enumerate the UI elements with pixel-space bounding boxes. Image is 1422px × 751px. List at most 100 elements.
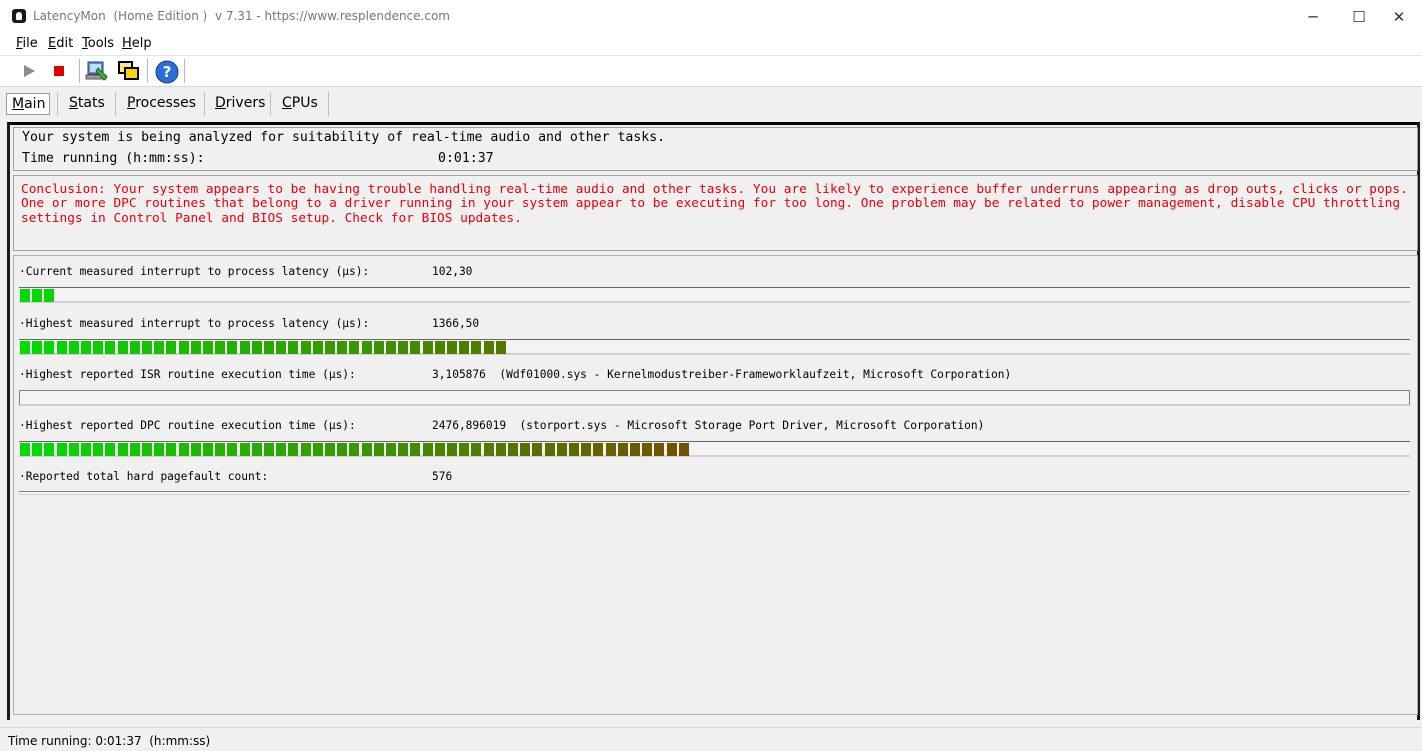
metric-value: 2476,896019 (storport.sys - Microsoft St… bbox=[432, 419, 985, 432]
bar-segment bbox=[434, 341, 445, 354]
bar-segment bbox=[68, 341, 79, 354]
bar-segment bbox=[569, 443, 579, 456]
bar-segment bbox=[373, 443, 384, 456]
bar-segment bbox=[227, 443, 238, 456]
bar-segment bbox=[556, 443, 567, 456]
menu-tools[interactable]: Tools bbox=[82, 36, 114, 51]
latency-bar bbox=[19, 339, 1410, 355]
bar-segment bbox=[276, 443, 287, 456]
bar-segment bbox=[422, 443, 433, 456]
bar-segment bbox=[154, 341, 165, 354]
conclusion-text: Conclusion: Your system appears to be ha… bbox=[21, 182, 1408, 226]
latency-bar bbox=[19, 287, 1410, 303]
menu-edit[interactable]: Edit bbox=[48, 36, 73, 51]
bar-segment bbox=[654, 443, 665, 456]
bar-segment bbox=[288, 443, 299, 456]
bar-segment bbox=[642, 443, 653, 456]
bar-segment bbox=[129, 443, 140, 456]
bar-segment bbox=[300, 443, 311, 456]
bar-segment bbox=[349, 341, 360, 354]
bar-segment bbox=[203, 341, 213, 354]
bar-segment bbox=[44, 443, 55, 456]
bar-segment bbox=[142, 443, 152, 456]
menu-help[interactable]: Help bbox=[122, 36, 152, 51]
bar-segment bbox=[32, 443, 43, 456]
bar-segment bbox=[422, 341, 433, 354]
bar-segment bbox=[459, 443, 470, 456]
tab-separator bbox=[204, 92, 205, 116]
bar-segment bbox=[447, 341, 457, 354]
bar-segment bbox=[117, 341, 128, 354]
bar-segment bbox=[337, 341, 348, 354]
close-button[interactable]: ✕ bbox=[1376, 0, 1422, 33]
tab-cpus[interactable]: CPUs bbox=[282, 95, 318, 111]
toolbar-separator bbox=[147, 59, 148, 83]
bar-segment bbox=[142, 341, 152, 354]
bar-segment bbox=[495, 341, 506, 354]
bar-segment bbox=[44, 341, 55, 354]
bar-segment bbox=[215, 443, 226, 456]
bar-segment bbox=[593, 443, 604, 456]
minimize-button[interactable]: ─ bbox=[1290, 0, 1336, 33]
bar-segment bbox=[178, 341, 189, 354]
bar-segment bbox=[81, 341, 91, 354]
bar-segment bbox=[312, 443, 323, 456]
status-bar bbox=[0, 727, 1422, 751]
bar-segment bbox=[666, 443, 677, 456]
bar-segment bbox=[483, 443, 494, 456]
menu-file[interactable]: File bbox=[16, 36, 38, 51]
bar-segment bbox=[398, 341, 409, 354]
windows-icon[interactable] bbox=[117, 60, 141, 82]
bar-segment bbox=[386, 443, 396, 456]
bar-segment bbox=[410, 341, 421, 354]
bar-segment bbox=[190, 341, 201, 354]
tab-separator bbox=[328, 92, 329, 116]
bar-segment bbox=[495, 443, 506, 456]
bar-segment bbox=[93, 341, 104, 354]
tab-stats[interactable]: Stats bbox=[69, 95, 105, 111]
bar-segment bbox=[447, 443, 457, 456]
computer-settings-icon[interactable] bbox=[85, 59, 109, 83]
stop-icon[interactable] bbox=[53, 65, 65, 77]
bar-segment bbox=[349, 443, 360, 456]
bar-segment bbox=[105, 341, 116, 354]
play-icon[interactable] bbox=[22, 64, 36, 78]
analysis-status-text: Your system is being analyzed for suitab… bbox=[22, 130, 666, 145]
bar-segment bbox=[605, 443, 616, 456]
svg-text:?: ? bbox=[163, 63, 172, 81]
bar-segment bbox=[288, 341, 299, 354]
bar-segment bbox=[20, 443, 30, 456]
bar-segment bbox=[129, 341, 140, 354]
bar-segment bbox=[239, 443, 250, 456]
bar-segment bbox=[678, 443, 689, 456]
bar-segment bbox=[410, 443, 421, 456]
bar-segment bbox=[325, 341, 335, 354]
tab-separator bbox=[57, 92, 58, 116]
bar-segment bbox=[471, 341, 482, 354]
metric-label: ·Current measured interrupt to process l… bbox=[19, 265, 370, 278]
bar-segment bbox=[361, 341, 372, 354]
bar-segment bbox=[386, 341, 396, 354]
bar-segment bbox=[178, 443, 189, 456]
bar-segment bbox=[117, 443, 128, 456]
tab-drivers[interactable]: Drivers bbox=[215, 95, 265, 111]
metric-label: ·Reported total hard pagefault count: bbox=[19, 470, 269, 483]
metric-label: ·Highest reported ISR routine execution … bbox=[19, 368, 356, 381]
bar-segment bbox=[56, 341, 67, 354]
toolbar-separator bbox=[79, 59, 80, 83]
tab-main[interactable]: Main bbox=[6, 93, 50, 115]
bar-segment bbox=[32, 289, 43, 302]
bar-segment bbox=[154, 443, 165, 456]
bar-segment bbox=[251, 443, 262, 456]
bar-segment bbox=[44, 289, 55, 302]
help-icon[interactable]: ? bbox=[155, 60, 179, 84]
bar-segment bbox=[93, 443, 104, 456]
tab-processes[interactable]: Processes bbox=[127, 95, 196, 111]
bar-segment bbox=[20, 341, 30, 354]
divider bbox=[19, 491, 1410, 495]
bar-segment bbox=[276, 341, 287, 354]
bar-segment bbox=[471, 443, 482, 456]
bar-segment bbox=[20, 289, 30, 302]
bar-segment bbox=[264, 443, 274, 456]
tab-separator bbox=[270, 92, 271, 116]
